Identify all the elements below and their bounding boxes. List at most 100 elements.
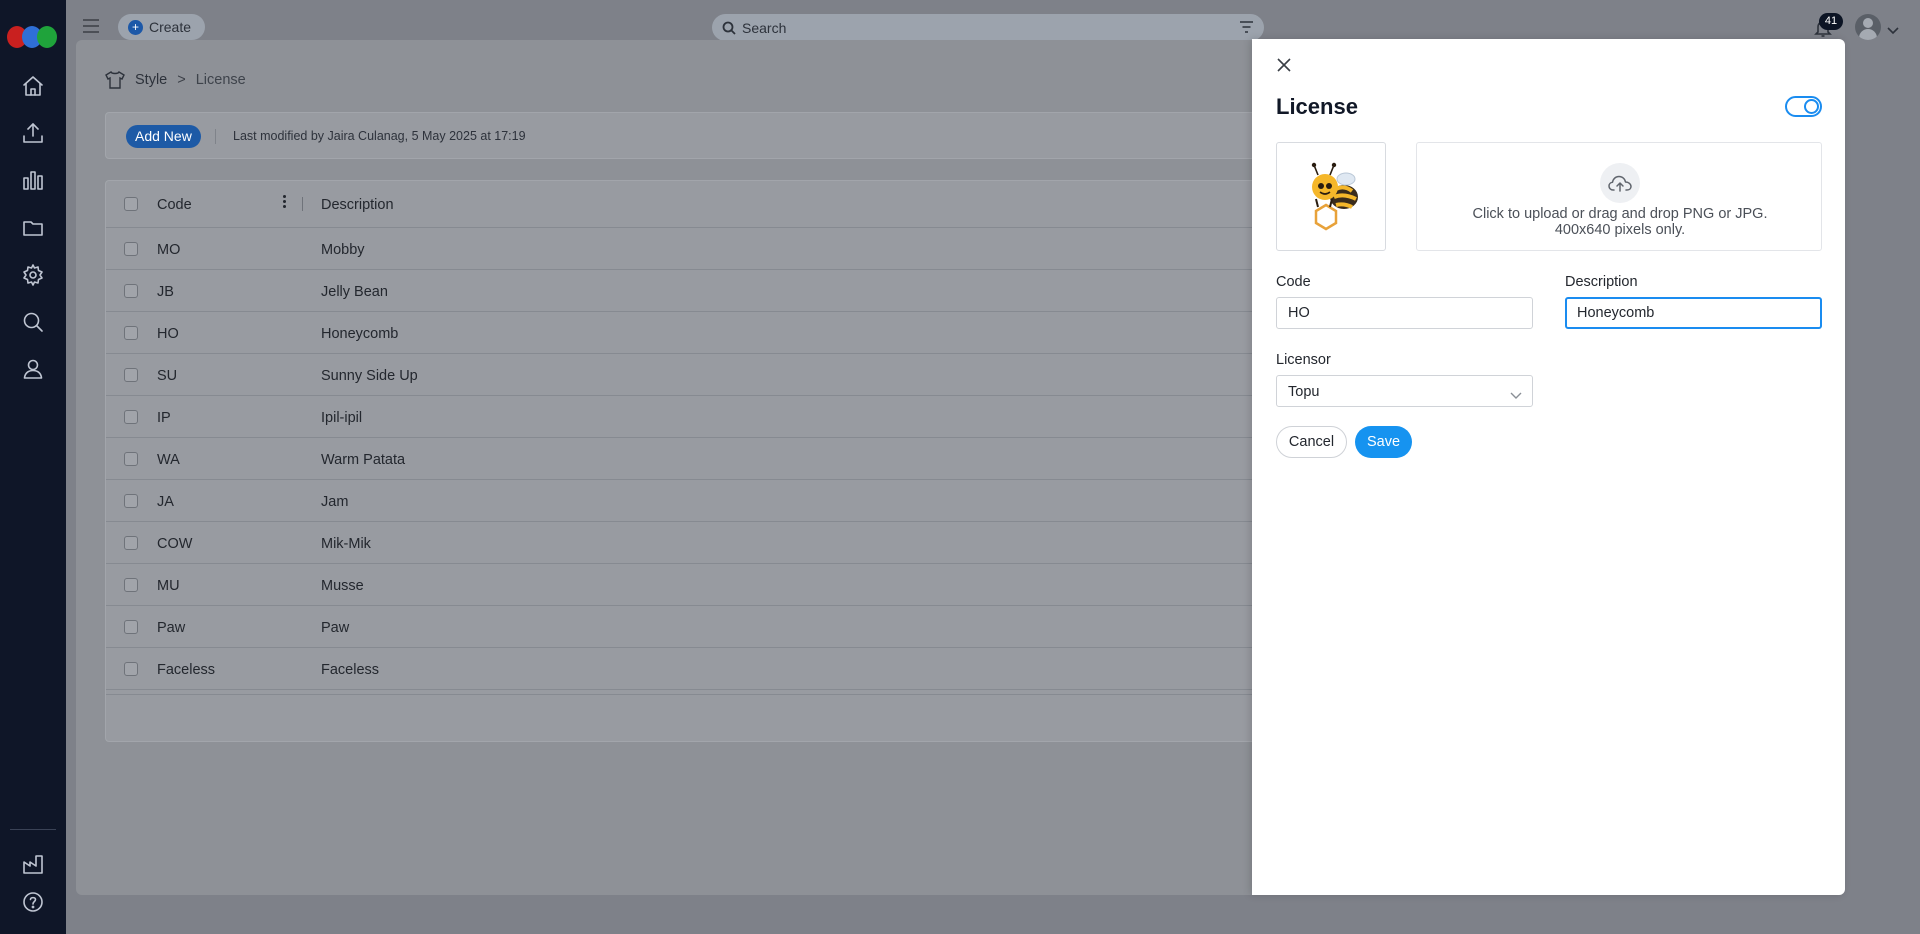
row-checkbox[interactable] — [124, 620, 138, 634]
folder-icon[interactable] — [19, 214, 47, 242]
row-code: Faceless — [157, 662, 216, 678]
honeybee-mascot-image — [1311, 162, 1358, 230]
row-checkbox[interactable] — [124, 326, 138, 340]
row-description: Sunny Side Up — [321, 368, 418, 384]
row-code: COW — [157, 536, 193, 552]
licensor-select[interactable]: Topu — [1276, 375, 1533, 407]
table-row[interactable]: Faceless Faceless — [106, 648, 1304, 690]
column-menu-icon[interactable] — [281, 195, 287, 211]
user-profile-icon[interactable] — [19, 355, 47, 383]
user-avatar[interactable] — [1855, 14, 1881, 40]
search-placeholder: Search — [742, 19, 787, 36]
row-checkbox[interactable] — [124, 452, 138, 466]
row-description: Warm Patata — [321, 452, 406, 468]
row-code: Paw — [157, 620, 186, 636]
filter-icon[interactable] — [1239, 20, 1254, 34]
upload-instructions: Click to upload or drag and drop PNG or … — [1472, 206, 1768, 238]
table-footer-divider — [106, 694, 1304, 695]
last-modified-text: Last modified by Jaira Culanag, 5 May 20… — [233, 129, 526, 143]
global-search-bar[interactable]: Search — [712, 14, 1264, 41]
licensor-label: Licensor — [1276, 352, 1331, 368]
create-button[interactable]: + Create — [118, 14, 205, 40]
breadcrumb: Style > License — [105, 70, 246, 90]
close-icon[interactable] — [1276, 57, 1294, 75]
row-checkbox[interactable] — [124, 368, 138, 382]
row-description: Mobby — [321, 242, 365, 258]
search-icon — [722, 21, 736, 35]
row-checkbox[interactable] — [124, 284, 138, 298]
search-nav-icon[interactable] — [19, 308, 47, 336]
logo-green-dot — [37, 26, 57, 48]
select-all-checkbox[interactable] — [124, 197, 138, 211]
plus-icon: + — [128, 19, 143, 35]
save-button[interactable]: Save — [1355, 426, 1412, 458]
breadcrumb-style-link[interactable]: Style — [135, 72, 167, 88]
row-description: Ipil-ipil — [321, 410, 363, 426]
license-image-preview — [1276, 142, 1386, 251]
table-row[interactable]: JA Jam — [106, 480, 1304, 522]
table-row[interactable]: Paw Paw — [106, 606, 1304, 648]
drawer-title: License — [1276, 94, 1358, 119]
license-edit-drawer: License Click to upload or drag and drop… — [1252, 39, 1845, 895]
licensor-selected-value: Topu — [1288, 384, 1320, 400]
code-label: Code — [1276, 274, 1311, 290]
row-checkbox[interactable] — [124, 536, 138, 550]
description-label: Description — [1565, 274, 1638, 290]
factory-icon[interactable] — [19, 850, 47, 878]
row-checkbox[interactable] — [124, 662, 138, 676]
chevron-down-icon[interactable] — [1887, 22, 1899, 35]
row-checkbox[interactable] — [124, 242, 138, 256]
row-checkbox[interactable] — [124, 410, 138, 424]
settings-gear-icon[interactable] — [19, 261, 47, 289]
row-description: Jam — [321, 494, 349, 510]
row-description: Paw — [321, 620, 350, 636]
active-toggle[interactable] — [1785, 96, 1822, 117]
home-icon[interactable] — [19, 72, 47, 100]
row-checkbox[interactable] — [124, 578, 138, 592]
table-row[interactable]: IP Ipil-ipil — [106, 396, 1304, 438]
cloud-upload-icon — [1600, 163, 1640, 203]
table-row[interactable]: WA Warm Patata — [106, 438, 1304, 480]
hamburger-menu-icon[interactable] — [82, 18, 100, 34]
table-header: Code Description — [106, 181, 1304, 228]
breadcrumb-separator: > — [177, 72, 186, 88]
table-row[interactable]: JB Jelly Bean — [106, 270, 1304, 312]
row-description: Musse — [321, 578, 364, 594]
table-row[interactable]: HO Honeycomb — [106, 312, 1304, 354]
row-code: SU — [157, 368, 178, 384]
chevron-down-icon — [1510, 388, 1522, 399]
row-code: IP — [157, 410, 171, 426]
description-input[interactable] — [1565, 297, 1822, 329]
table-row[interactable]: COW Mik-Mik — [106, 522, 1304, 564]
row-code: MO — [157, 242, 181, 258]
row-code: HO — [157, 326, 179, 342]
row-code: MU — [157, 578, 180, 594]
table-row[interactable]: MU Musse — [106, 564, 1304, 606]
row-checkbox[interactable] — [124, 494, 138, 508]
code-input[interactable] — [1276, 297, 1533, 329]
create-label: Create — [149, 19, 192, 35]
table-row[interactable]: MO Mobby — [106, 228, 1304, 270]
upload-icon[interactable] — [19, 119, 47, 147]
column-header-description[interactable]: Description — [321, 197, 394, 213]
row-code: JB — [157, 284, 174, 300]
list-toolbar: Add New Last modified by Jaira Culanag, … — [105, 112, 1305, 159]
analytics-icon[interactable] — [19, 166, 47, 194]
license-table: Code Description MO Mobby JB Jelly Bean HO Ho… — [105, 180, 1305, 742]
column-header-code[interactable]: Code — [157, 197, 192, 213]
row-description: Faceless — [321, 662, 380, 678]
image-upload-dropzone[interactable]: Click to upload or drag and drop PNG or … — [1416, 142, 1822, 251]
toolbar-divider — [215, 129, 216, 144]
left-sidebar — [0, 0, 66, 934]
app-logo[interactable] — [7, 26, 57, 48]
notification-count-badge: 41 — [1819, 13, 1843, 30]
tshirt-icon — [105, 71, 125, 89]
column-resize-handle[interactable] — [302, 197, 303, 211]
row-description: Honeycomb — [321, 326, 399, 342]
breadcrumb-current: License — [195, 72, 246, 88]
add-new-button[interactable]: Add New — [126, 125, 201, 148]
row-code: JA — [157, 494, 174, 510]
cancel-button[interactable]: Cancel — [1276, 426, 1347, 458]
help-icon[interactable] — [19, 888, 47, 916]
table-row[interactable]: SU Sunny Side Up — [106, 354, 1304, 396]
